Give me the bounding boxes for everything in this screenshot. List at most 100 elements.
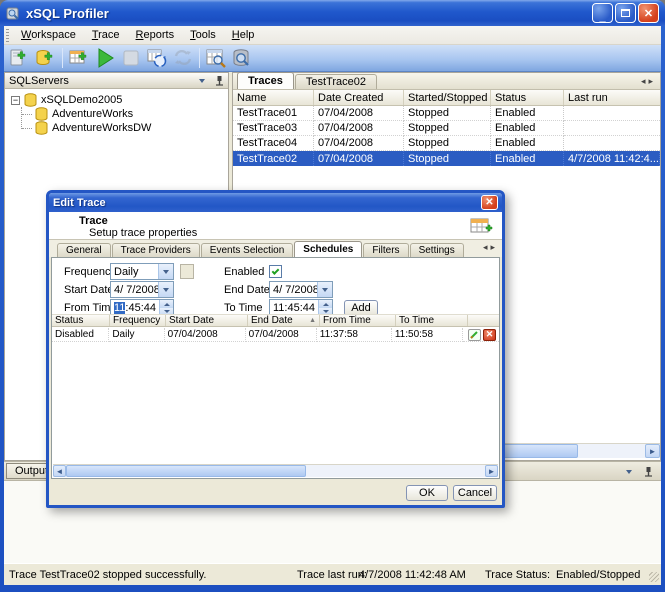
chevron-down-icon[interactable] [158,264,173,279]
dialog-header: Trace Setup trace properties [49,212,502,240]
tab-events-selection[interactable]: Events Selection [201,243,294,257]
view-trace-data-icon[interactable] [203,46,229,71]
chevron-down-icon[interactable] [626,470,632,477]
window-title: xSQL Profiler [26,6,590,21]
spinner-buttons[interactable] [318,300,332,315]
start-date-picker[interactable]: 4/ 7/2008 [110,281,174,298]
tab-testtrace02[interactable]: TestTrace02 [295,74,377,89]
tree-item-label: AdventureWorksDW [52,122,151,134]
delete-schedule-icon[interactable]: ✕ [483,329,496,341]
tab-trace-providers[interactable]: Trace Providers [112,243,200,257]
sqlservers-panel-title: SQLServers [9,75,199,87]
sort-ascending-icon: ▲ [309,317,316,324]
menu-reports[interactable]: Reports [128,27,183,43]
tree-item-database[interactable]: AdventureWorksDW [5,121,228,135]
dialog-horizontal-scrollbar[interactable]: ◄ ► [53,464,498,477]
tree-item-label: xSQLDemo2005 [41,94,122,106]
column-header-name[interactable]: Name [233,90,314,105]
status-message: Trace TestTrace02 stopped successfully. [9,569,206,581]
scroll-left-icon[interactable]: ◄ [53,465,66,477]
checkbox-checked-icon [272,267,280,275]
column-header-start-date[interactable]: Start Date [166,315,248,326]
trace-grid-icon [470,216,494,236]
status-bar: Trace TestTrace02 stopped successfully. … [4,563,661,585]
column-header-from-time[interactable]: From Time [320,315,396,326]
add-database-icon[interactable] [33,46,59,71]
add-server-icon[interactable] [7,46,33,71]
table-row[interactable]: TestTrace04 07/04/2008 Stopped Enabled [233,136,660,151]
dialog-header-title: Trace [79,215,108,227]
stop-trace-icon[interactable] [118,46,144,71]
tab-settings[interactable]: Settings [410,243,464,257]
document-tabs: Traces TestTrace02 ◂▸ [233,73,660,90]
menu-workspace[interactable]: Workspace [13,27,84,43]
enabled-checkbox[interactable] [269,265,282,278]
cancel-button[interactable]: Cancel [453,485,497,501]
status-last-run-value: 4/7/2008 11:42:48 AM [359,569,466,581]
tab-schedules[interactable]: Schedules [294,241,362,257]
table-row[interactable]: TestTrace03 07/04/2008 Stopped Enabled [233,121,660,136]
frequency-label: Frequency [64,266,116,278]
dialog-close-icon[interactable]: ✕ [481,195,498,210]
tab-traces[interactable]: Traces [237,72,294,89]
status-last-run-label: Trace last run: [297,569,367,581]
tree-item-database[interactable]: AdventureWorks [5,107,228,121]
refresh-trace-icon[interactable] [144,46,170,71]
pin-icon[interactable] [215,75,224,86]
app-icon [6,6,21,21]
schedules-tab-page: Frequency Daily Enabled Start Date 4/ 7/… [51,257,500,479]
edit-schedule-icon[interactable] [468,329,481,341]
status-trace-status-value: Enabled/Stopped [556,569,640,581]
table-row[interactable]: TestTrace01 07/04/2008 Stopped Enabled [233,106,660,121]
dialog-tabs: General Trace Providers Events Selection… [49,240,502,257]
tab-filters[interactable]: Filters [363,243,408,257]
scroll-right-icon[interactable]: ► [645,444,660,458]
spinner-buttons[interactable] [159,300,173,315]
schedule-row[interactable]: Disabled Daily 07/04/2008 07/04/2008 11:… [52,328,499,342]
status-trace-status-label: Trace Status: [485,569,550,581]
end-date-picker[interactable]: 4/ 7/2008 [269,281,333,298]
spin-up-icon [160,300,173,308]
scrollbar-track[interactable] [306,465,485,477]
tab-scroll-arrows[interactable]: ◂▸ [641,76,656,87]
title-bar: xSQL Profiler _ ✕ [0,0,665,26]
ok-button[interactable]: OK [406,485,448,501]
pin-icon[interactable] [644,466,653,477]
sync-trace-icon[interactable] [170,46,196,71]
column-header-status[interactable]: Status [491,90,564,105]
minimize-button[interactable]: _ [592,3,613,23]
chevron-down-icon[interactable] [199,79,205,86]
collapse-icon[interactable]: − [11,96,20,105]
column-header-frequency[interactable]: Frequency [110,315,166,326]
scroll-right-icon[interactable]: ► [485,465,498,477]
dialog-footer: OK Cancel [49,479,502,505]
column-header-date-created[interactable]: Date Created [314,90,404,105]
schedule-grid-header: Status Frequency Start Date End Date▲ Fr… [52,314,499,327]
new-trace-icon[interactable] [66,46,92,71]
frequency-dropdown[interactable]: Daily [110,263,174,280]
tree-item-server[interactable]: − xSQLDemo2005 [5,93,228,107]
scrollbar-thumb[interactable] [66,465,306,477]
column-header-started-stopped[interactable]: Started/Stopped [404,90,491,105]
start-trace-icon[interactable] [92,46,118,71]
close-button[interactable]: ✕ [638,3,659,23]
table-row-selected[interactable]: TestTrace02 07/04/2008 Stopped Enabled 4… [233,151,660,166]
menu-trace[interactable]: Trace [84,27,128,43]
traces-grid-header: Name Date Created Started/Stopped Status… [233,90,660,106]
menu-help[interactable]: Help [224,27,263,43]
database-icon [35,107,48,121]
maximize-button[interactable] [615,3,636,23]
find-database-icon[interactable] [229,46,255,71]
column-header-end-date[interactable]: End Date▲ [248,315,320,326]
menu-tools[interactable]: Tools [182,27,224,43]
column-header-last-run[interactable]: Last run [564,90,660,105]
resize-grip[interactable] [649,572,659,582]
menu-grip [6,29,9,42]
column-header-to-time[interactable]: To Time [396,315,468,326]
chevron-down-icon[interactable] [317,282,332,297]
scrollbar-track[interactable] [578,444,645,458]
tab-scroll-arrows[interactable]: ◂▸ [483,242,498,253]
column-header-status[interactable]: Status [52,315,110,326]
tab-general[interactable]: General [57,243,111,257]
chevron-down-icon[interactable] [158,282,173,297]
